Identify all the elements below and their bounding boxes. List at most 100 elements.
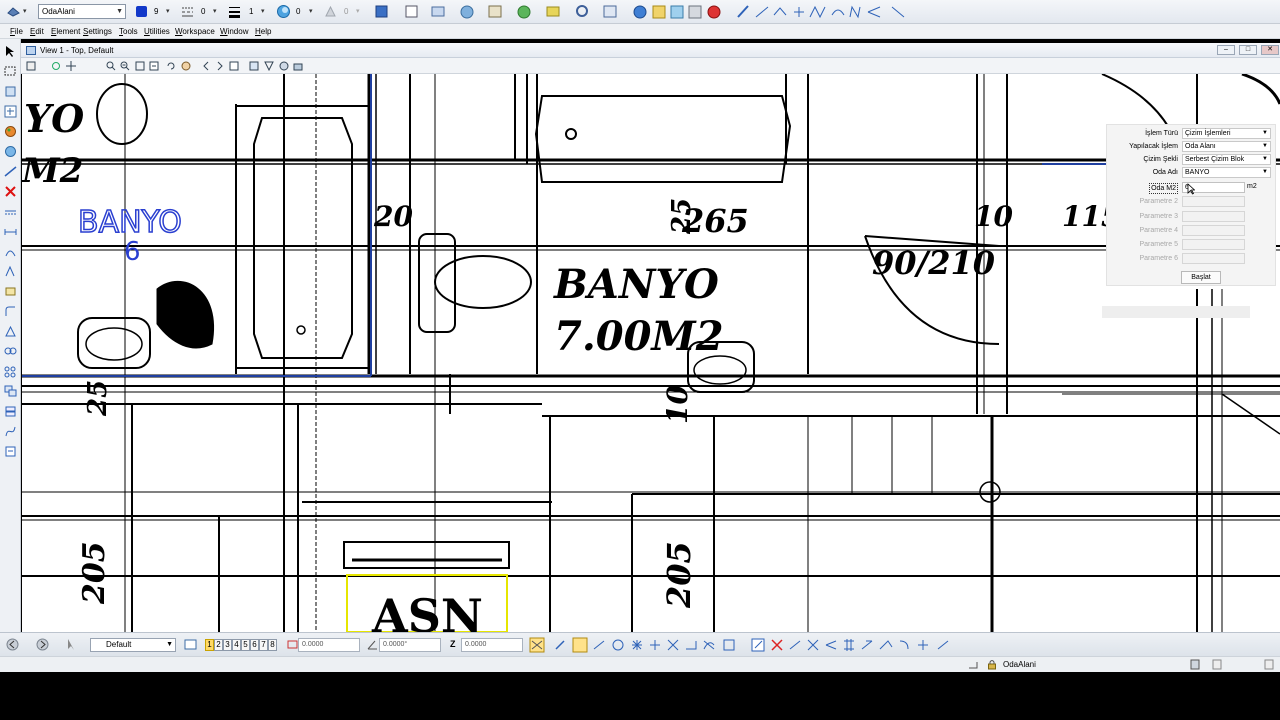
view-6-button[interactable]: 6	[250, 639, 259, 651]
view-3-button[interactable]: 3	[223, 639, 232, 651]
chevron-down-icon[interactable]: ▾	[213, 5, 217, 18]
menu-edit[interactable]: Edit	[30, 26, 44, 37]
parametre-5-label: Parametre 5	[1139, 241, 1178, 248]
view-2-button[interactable]: 2	[214, 639, 223, 651]
dim-25-mid: 25	[667, 198, 697, 235]
display-style-icon[interactable]	[279, 61, 289, 71]
chevron-down-icon[interactable]: ▾	[261, 5, 265, 18]
delete-icon[interactable]	[4, 185, 17, 198]
triangle-icon[interactable]	[4, 325, 17, 338]
array-icon[interactable]	[4, 365, 17, 378]
save-icon[interactable]	[1190, 659, 1200, 670]
lock-icon[interactable]	[987, 659, 997, 670]
x-coordinate-field[interactable]: 0.0000	[298, 638, 360, 652]
previous-view-icon[interactable]	[201, 61, 211, 71]
view-8-button[interactable]: 8	[268, 639, 277, 651]
attributes-icon[interactable]	[4, 145, 17, 158]
minimize-button[interactable]: –	[1217, 45, 1235, 55]
fit-view-icon[interactable]	[149, 61, 159, 71]
level-combo[interactable]: OdaAlani ▼	[38, 4, 126, 19]
chevron-down-icon[interactable]: ▾	[309, 5, 313, 18]
menu-help[interactable]: Help	[255, 26, 271, 37]
angle-field[interactable]: 0.0000°	[379, 638, 441, 652]
menu-window[interactable]: Window	[220, 26, 248, 37]
yapilacak-islem-select[interactable]: Oda Alanı ▼	[1182, 141, 1271, 152]
islem-turu-select[interactable]: Çizim İşlemleri ▼	[1182, 128, 1271, 139]
place-line-icon[interactable]	[4, 165, 17, 178]
back-icon[interactable]	[6, 638, 19, 651]
color-swatch-icon[interactable]	[136, 6, 147, 17]
menu-file[interactable]: File	[10, 26, 23, 37]
rotate-view-icon[interactable]	[166, 61, 176, 71]
model-combo[interactable]: Default ▼	[90, 638, 176, 652]
menu-utilities[interactable]: Utilities	[144, 26, 170, 37]
spline-icon[interactable]	[4, 425, 17, 438]
line-weight-icon[interactable]	[227, 4, 242, 19]
view-groups-icon[interactable]	[184, 638, 197, 651]
zoom-out-icon[interactable]	[120, 61, 130, 71]
snap-toolbar-icons[interactable]	[528, 637, 958, 653]
measure-icon[interactable]	[4, 205, 17, 218]
arc-icon[interactable]	[4, 245, 17, 258]
menu-tools[interactable]: Tools	[119, 26, 138, 37]
line-style-icon[interactable]	[180, 4, 195, 19]
dimension-icon[interactable]	[4, 225, 17, 238]
menu-element[interactable]: Element	[51, 26, 80, 37]
room-name-banyo: BANYO	[553, 261, 719, 308]
restore-button[interactable]: □	[1239, 45, 1257, 55]
new-room-area-label: 6	[124, 237, 141, 267]
element-selection-icon[interactable]	[6, 4, 21, 19]
chevron-down-icon[interactable]: ▾	[23, 5, 27, 18]
chevron-down-icon: ▼	[166, 641, 173, 648]
forward-icon[interactable]	[36, 638, 49, 651]
level-combo-value: OdaAlani	[42, 7, 75, 16]
chevron-down-icon[interactable]: ▾	[356, 5, 360, 18]
camera-icon[interactable]	[293, 61, 303, 71]
oda-adi-select[interactable]: BANYO ▼	[1182, 167, 1271, 178]
chevron-down-icon: ▼	[1262, 130, 1268, 136]
reference-icon[interactable]	[4, 445, 17, 458]
close-button[interactable]: ✕	[1261, 45, 1279, 55]
view-7-button[interactable]: 7	[259, 639, 268, 651]
drawing-canvas[interactable]: YO M2 20 265 BANYO 7.00M2 10 115 90/210 …	[22, 74, 1280, 632]
clip-volume-icon[interactable]	[249, 61, 259, 71]
fence-icon[interactable]	[4, 65, 17, 78]
cizim-sekli-select[interactable]: Serbest Çizim Blok ▼	[1182, 154, 1271, 165]
view-attributes-icon[interactable]	[26, 61, 36, 71]
dim-10-vertical: 10	[661, 385, 694, 424]
select-arrow-icon[interactable]	[4, 45, 17, 58]
view-control-toolbar	[21, 58, 1280, 74]
z-coordinate-field[interactable]: 0.0000	[461, 638, 523, 652]
fillet-icon[interactable]	[4, 305, 17, 318]
hand-pan-icon[interactable]	[181, 61, 191, 71]
update-view-icon[interactable]	[51, 61, 61, 71]
pan-icon[interactable]	[66, 61, 76, 71]
transparency-icon[interactable]	[276, 4, 291, 19]
chevron-down-icon[interactable]: ▾	[166, 5, 170, 18]
copy-view-icon[interactable]	[229, 61, 239, 71]
group-icon[interactable]	[4, 385, 17, 398]
view-5-button[interactable]: 5	[241, 639, 250, 651]
zoom-in-icon[interactable]	[106, 61, 116, 71]
circles-icon[interactable]	[4, 345, 17, 358]
cell-icon[interactable]	[4, 285, 17, 298]
tools-toolbar-icons[interactable]	[372, 3, 922, 21]
copy-icon[interactable]	[4, 105, 17, 118]
window-area-icon[interactable]	[135, 61, 145, 71]
design-history-icon[interactable]	[1212, 659, 1222, 670]
view-1-button[interactable]: 1	[205, 639, 214, 651]
text-icon[interactable]	[4, 265, 17, 278]
layers-icon[interactable]	[4, 405, 17, 418]
start-button[interactable]: Başlat	[1181, 271, 1221, 284]
menu-settings[interactable]: Settings	[83, 26, 112, 37]
oda-adi-value: BANYO	[1185, 169, 1210, 176]
clip-mask-icon[interactable]	[264, 61, 274, 72]
priority-icon[interactable]	[323, 4, 338, 19]
element-select-icon[interactable]	[66, 638, 79, 651]
palette-icon[interactable]	[4, 125, 17, 138]
next-view-icon[interactable]	[215, 61, 225, 71]
menu-workspace[interactable]: Workspace	[175, 26, 215, 37]
view-window-icon	[26, 46, 36, 55]
view-4-button[interactable]: 4	[232, 639, 241, 651]
move-icon[interactable]	[4, 85, 17, 98]
